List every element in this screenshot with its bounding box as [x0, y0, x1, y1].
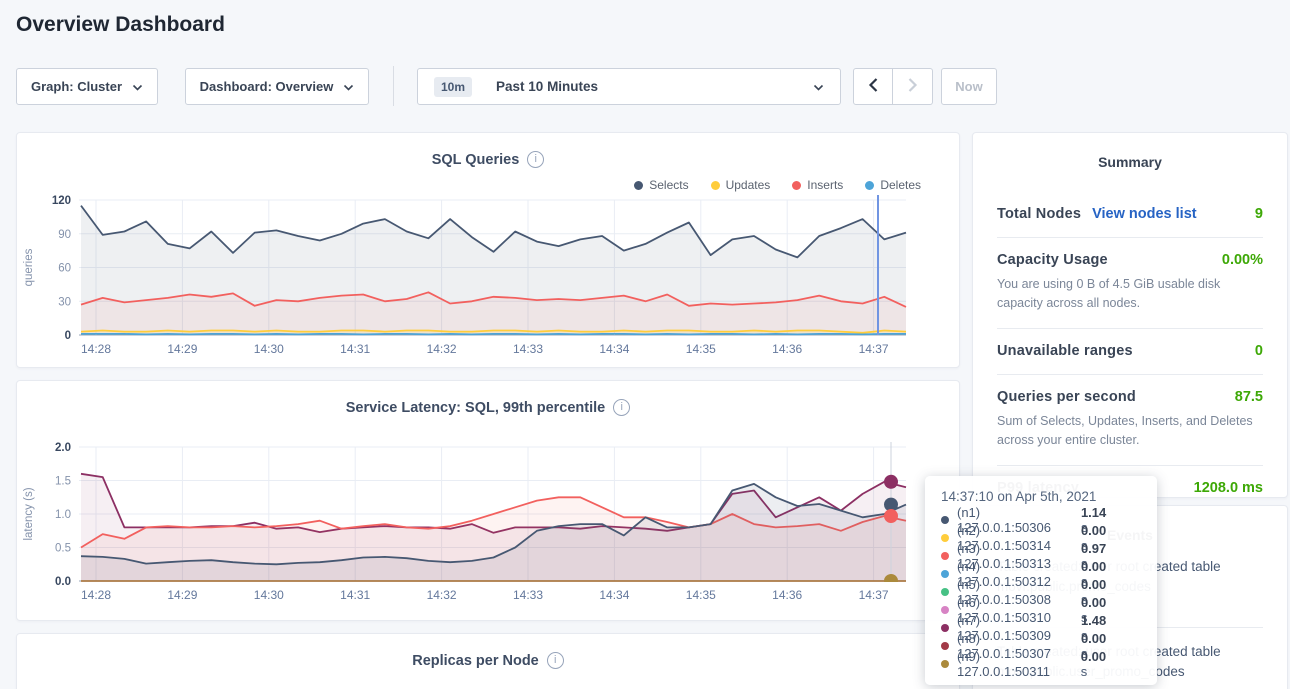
svg-text:14:36: 14:36	[772, 588, 802, 602]
dashboard-dropdown[interactable]: Dashboard: Overview	[185, 68, 369, 105]
svg-text:0.5: 0.5	[55, 543, 71, 555]
qps-label: Queries per second	[997, 389, 1136, 405]
summary-header: Summary	[997, 133, 1263, 170]
time-next-button[interactable]	[893, 68, 933, 105]
info-icon[interactable]: i	[613, 399, 630, 416]
svg-text:14:37: 14:37	[859, 588, 889, 602]
svg-text:14:28: 14:28	[81, 588, 111, 602]
qps-value: 87.5	[1235, 389, 1263, 405]
svg-text:14:28: 14:28	[81, 342, 111, 356]
node-color-dot-icon	[941, 570, 949, 578]
chevron-down-icon	[813, 79, 824, 94]
graph-dropdown[interactable]: Graph: Cluster	[16, 68, 158, 105]
replicas-per-node-panel: Replicas per Node i	[16, 633, 960, 689]
svg-text:14:31: 14:31	[340, 588, 370, 602]
time-range-selector[interactable]: 10m Past 10 Minutes	[417, 68, 841, 105]
node-color-dot-icon	[941, 588, 949, 596]
graph-dropdown-label: Graph: Cluster	[31, 79, 122, 94]
time-range-badge: 10m	[434, 77, 472, 97]
svg-text:14:36: 14:36	[772, 342, 802, 356]
chevron-right-icon	[907, 77, 918, 96]
svg-text:1.5: 1.5	[55, 476, 71, 488]
service-latency-chart[interactable]: 14:28 14:29 14:30 14:31 14:32 14:33 14:34 14:35…	[17, 442, 961, 608]
chart-legend: Selects Updates Inserts Deletes	[634, 178, 921, 192]
dashboard-dropdown-label: Dashboard: Overview	[200, 79, 334, 94]
svg-text:60: 60	[58, 263, 71, 275]
qps-description: Sum of Selects, Updates, Inserts, and De…	[997, 412, 1263, 451]
legend-item-deletes[interactable]: Deletes	[865, 178, 921, 192]
svg-text:14:37: 14:37	[859, 342, 889, 356]
tooltip-node-row: (n9) 127.0.0.1:503110.00 s	[941, 655, 1143, 673]
svg-text:14:31: 14:31	[340, 342, 370, 356]
node-color-dot-icon	[941, 516, 949, 524]
chevron-left-icon	[868, 77, 879, 96]
svg-text:14:33: 14:33	[513, 588, 543, 602]
svg-text:1.0: 1.0	[55, 509, 71, 521]
chevron-down-icon	[343, 79, 354, 94]
sql-queries-chart[interactable]: 14:28 14:29 14:30 14:31 14:32 14:33 14:34 14:35…	[17, 195, 961, 362]
total-nodes-value: 9	[1255, 206, 1263, 222]
tooltip-node-value: 0.00 s	[1081, 649, 1143, 679]
info-icon[interactable]: i	[547, 652, 564, 669]
legend-dot-icon	[711, 181, 720, 190]
node-color-dot-icon	[941, 642, 949, 650]
svg-text:14:32: 14:32	[427, 342, 457, 356]
info-icon[interactable]: i	[527, 151, 544, 168]
chart-title: SQL Queries i	[17, 133, 959, 168]
svg-text:30: 30	[58, 296, 71, 308]
svg-text:2.0: 2.0	[55, 442, 71, 454]
unavailable-ranges-label: Unavailable ranges	[997, 343, 1133, 359]
svg-text:90: 90	[58, 229, 71, 241]
now-button[interactable]: Now	[941, 68, 997, 105]
legend-item-selects[interactable]: Selects	[634, 178, 688, 192]
total-nodes-label: Total Nodes	[997, 206, 1081, 222]
capacity-description: You are using 0 B of 4.5 GiB usable disk…	[997, 275, 1263, 314]
svg-text:latency (s): latency (s)	[23, 487, 35, 540]
svg-text:0.0: 0.0	[55, 576, 71, 588]
legend-item-inserts[interactable]: Inserts	[792, 178, 843, 192]
sql-queries-panel: SQL Queries i Selects Updates Inserts Delet…	[16, 132, 960, 368]
time-prev-button[interactable]	[853, 68, 893, 105]
svg-text:14:30: 14:30	[254, 342, 284, 356]
node-color-dot-icon	[941, 552, 949, 560]
service-latency-panel: Service Latency: SQL, 99th percentile i …	[16, 380, 960, 621]
svg-text:14:35: 14:35	[686, 342, 716, 356]
chart-tooltip: 14:37:10 on Apr 5th, 2021 (n1) 127.0.0.1…	[925, 476, 1157, 685]
legend-dot-icon	[792, 181, 801, 190]
legend-dot-icon	[634, 181, 643, 190]
chevron-down-icon	[132, 79, 143, 94]
summary-panel: Summary Total Nodes View nodes list 9 Ca…	[972, 132, 1288, 498]
capacity-label: Capacity Usage	[997, 252, 1108, 268]
svg-text:0: 0	[65, 330, 71, 342]
divider	[393, 66, 394, 106]
tooltip-node-label: (n9) 127.0.0.1:50311	[957, 649, 1073, 679]
node-color-dot-icon	[941, 534, 949, 542]
node-color-dot-icon	[941, 606, 949, 614]
unavailable-ranges-value: 0	[1255, 343, 1263, 359]
view-nodes-list-link[interactable]: View nodes list	[1092, 206, 1197, 222]
total-nodes-row: Total Nodes View nodes list 9	[997, 192, 1263, 237]
node-color-dot-icon	[941, 660, 949, 668]
time-range-label: Past 10 Minutes	[496, 79, 598, 94]
svg-text:120: 120	[52, 195, 71, 207]
svg-text:queries: queries	[23, 248, 35, 286]
svg-text:14:34: 14:34	[599, 588, 629, 602]
p99-latency-value: 1208.0 ms	[1194, 480, 1263, 496]
unavailable-ranges-row: Unavailable ranges 0	[997, 329, 1263, 374]
chart-title: Replicas per Node i	[17, 634, 959, 669]
node-color-dot-icon	[941, 624, 949, 632]
chart-title: Service Latency: SQL, 99th percentile i	[17, 381, 959, 416]
svg-text:14:35: 14:35	[686, 588, 716, 602]
tooltip-timestamp: 14:37:10 on Apr 5th, 2021	[941, 489, 1143, 504]
svg-text:14:29: 14:29	[167, 342, 197, 356]
svg-text:14:34: 14:34	[599, 342, 629, 356]
legend-item-updates[interactable]: Updates	[711, 178, 771, 192]
svg-text:14:30: 14:30	[254, 588, 284, 602]
page-title: Overview Dashboard	[16, 13, 225, 37]
svg-text:14:33: 14:33	[513, 342, 543, 356]
svg-text:14:32: 14:32	[427, 588, 457, 602]
capacity-value: 0.00%	[1222, 252, 1263, 268]
svg-text:14:29: 14:29	[167, 588, 197, 602]
legend-dot-icon	[865, 181, 874, 190]
